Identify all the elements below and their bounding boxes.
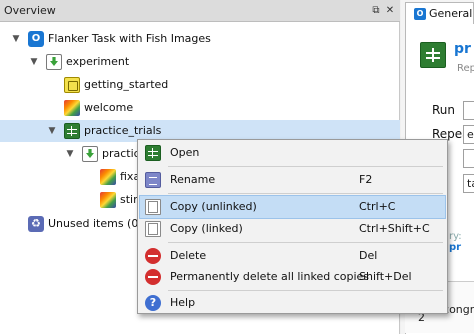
sequence-icon [82, 146, 98, 162]
overview-header: Overview ⧉ ✕ [0, 0, 400, 22]
delete-icon [145, 269, 161, 285]
menu-item-help[interactable]: ? Help [140, 292, 445, 314]
menu-item-open[interactable]: Open [140, 142, 445, 164]
collapse-arrow-icon[interactable]: ▼ [11, 28, 21, 50]
menu-item-label: Open [170, 146, 200, 159]
menu-item-label: Permanently delete all linked copies [170, 270, 370, 283]
menu-item-label: Copy (linked) [170, 222, 243, 235]
notepad-icon [64, 77, 80, 93]
summary-text: ry: pr [449, 231, 462, 253]
context-menu: Open Rename F2 Copy (unlinked) Ctrl+C Co… [137, 139, 448, 314]
copy-icon [145, 199, 161, 215]
tab-general[interactable]: O General [405, 2, 474, 24]
menu-item-shortcut: Ctrl+Shift+C [359, 222, 430, 235]
sketchpad-icon [100, 192, 116, 208]
menu-item-shortcut: Del [359, 249, 378, 262]
item-type: Repe [457, 63, 474, 74]
collapse-arrow-icon[interactable]: ▼ [47, 120, 57, 142]
loop-icon [64, 123, 80, 139]
repeat-input[interactable]: ea [463, 125, 474, 144]
sequence-icon [46, 54, 62, 70]
tree-item-getting-started[interactable]: getting_started [0, 74, 400, 96]
menu-item-label: Help [170, 296, 196, 309]
close-panel-icon[interactable]: ✕ [384, 4, 396, 17]
menu-item-shortcut: Ctrl+C [359, 200, 396, 213]
menu-separator [168, 290, 443, 291]
overview-title: Overview [4, 4, 56, 17]
order-select[interactable] [463, 149, 474, 168]
collapse-arrow-icon[interactable]: ▼ [65, 143, 75, 165]
help-icon: ? [145, 295, 161, 311]
menu-separator [168, 166, 443, 167]
run-select[interactable] [463, 101, 474, 120]
tree-item-label: welcome [84, 101, 134, 114]
delete-icon [145, 248, 161, 264]
menu-item-label: Copy (unlinked) [170, 200, 257, 213]
sketchpad-icon [100, 169, 116, 185]
menu-item-permanently-delete[interactable]: Permanently delete all linked copies Shi… [140, 266, 445, 288]
recycle-icon [28, 216, 44, 232]
menu-item-shortcut: Shift+Del [359, 270, 412, 283]
tree-item-label: Flanker Task with Fish Images [48, 32, 211, 45]
float-panel-icon[interactable]: ⧉ [370, 4, 382, 17]
menu-item-rename[interactable]: Rename F2 [140, 169, 445, 191]
rename-icon [145, 172, 161, 188]
menu-item-copy-unlinked[interactable]: Copy (unlinked) Ctrl+C [139, 195, 446, 219]
menu-item-delete[interactable]: Delete Del [140, 245, 445, 267]
tree-item-label: Unused items (0) [48, 217, 143, 230]
menu-separator [168, 242, 443, 243]
loop-icon [420, 42, 446, 68]
collapse-arrow-icon[interactable]: ▼ [29, 51, 39, 73]
copy-icon [145, 221, 161, 237]
tab-label: General [429, 7, 473, 20]
menu-item-label: Delete [170, 249, 207, 262]
tree-item-label: experiment [66, 55, 130, 68]
menu-item-label: Rename [170, 173, 216, 186]
run-label: Run [432, 103, 456, 117]
experiment-icon: O [28, 31, 44, 47]
menu-item-shortcut: F2 [359, 173, 373, 186]
menu-separator [168, 193, 443, 194]
item-name[interactable]: pr [454, 41, 471, 57]
experiment-icon: O [414, 8, 426, 20]
sketchpad-icon [64, 100, 80, 116]
menu-item-copy-linked[interactable]: Copy (linked) Ctrl+Shift+C [140, 218, 445, 240]
tree-item-label: getting_started [84, 78, 169, 91]
loop-icon [145, 145, 161, 161]
tree-item-experiment[interactable]: ▼ experiment [0, 51, 400, 73]
source-select[interactable]: ta [463, 174, 474, 193]
tree-item-welcome[interactable]: welcome [0, 97, 400, 119]
tree-item-root[interactable]: ▼ O Flanker Task with Fish Images [0, 28, 400, 50]
